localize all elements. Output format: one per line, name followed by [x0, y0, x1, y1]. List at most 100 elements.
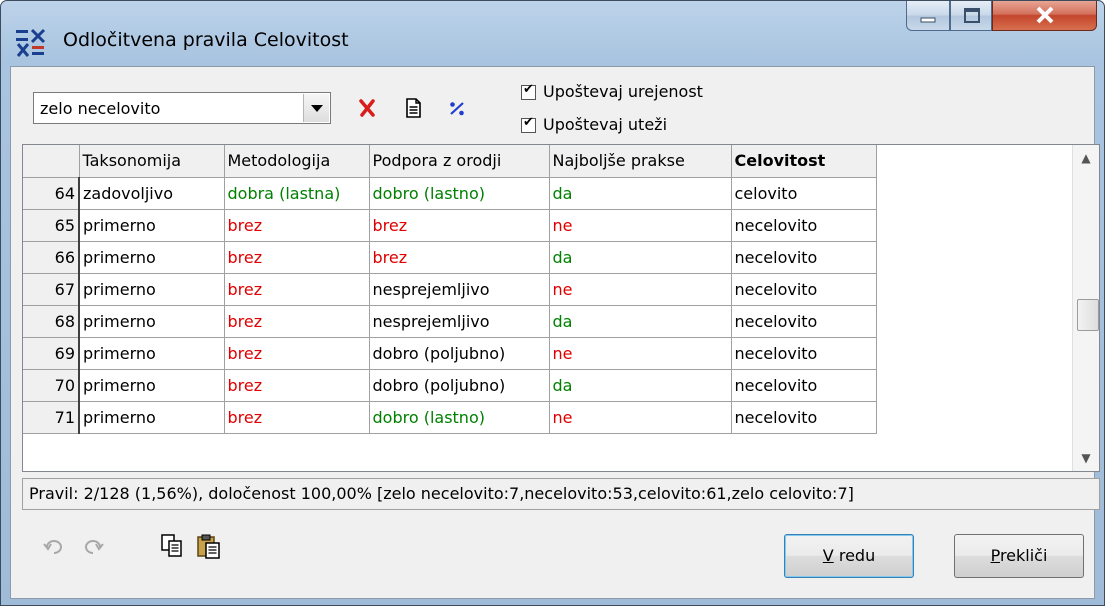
- col-header-taksonomija[interactable]: Taksonomija: [79, 145, 225, 178]
- maximize-button[interactable]: [950, 1, 992, 31]
- table-cell[interactable]: dobro (poljubno): [369, 369, 550, 402]
- table-cell[interactable]: necelovito: [731, 305, 877, 338]
- scroll-down-icon[interactable]: ▼: [1073, 445, 1099, 471]
- percent-icon[interactable]: [443, 94, 471, 122]
- row-number[interactable]: 65: [23, 209, 80, 242]
- table-cell[interactable]: da: [549, 241, 732, 274]
- table-cell[interactable]: brez: [224, 337, 370, 370]
- scroll-thumb[interactable]: [1077, 299, 1099, 331]
- col-header-najboljse-prakse[interactable]: Najboljše prakse: [549, 145, 732, 178]
- chevron-down-icon[interactable]: [303, 94, 329, 122]
- minimize-icon: [920, 17, 936, 23]
- table-cell[interactable]: primerno: [79, 241, 225, 274]
- table-cell[interactable]: zadovoljivo: [79, 177, 225, 210]
- table-cell[interactable]: dobra (lastna): [224, 177, 370, 210]
- table-cell[interactable]: dobro (lastno): [369, 177, 550, 210]
- combo-value: zelo necelovito: [40, 99, 161, 118]
- row-number[interactable]: 68: [23, 305, 80, 338]
- status-text: Pravil: 2/128 (1,56%), določenost 100,00…: [29, 484, 854, 503]
- table-cell[interactable]: brez: [369, 241, 550, 274]
- table-cell[interactable]: primerno: [79, 337, 225, 370]
- table-cell[interactable]: primerno: [79, 273, 225, 306]
- table-cell[interactable]: ne: [549, 273, 732, 306]
- ok-button[interactable]: V redu: [784, 534, 914, 578]
- rules-grid[interactable]: Taksonomija Metodologija Podpora z orodj…: [22, 144, 1100, 472]
- grid-corner: [23, 145, 80, 178]
- table-cell[interactable]: ne: [549, 209, 732, 242]
- table-cell[interactable]: dobro (poljubno): [369, 337, 550, 370]
- rules-table: Taksonomija Metodologija Podpora z orodj…: [23, 145, 877, 434]
- table-cell[interactable]: primerno: [79, 369, 225, 402]
- table-cell[interactable]: primerno: [79, 305, 225, 338]
- table-row[interactable]: 67 primerno brez nesprejemljivo ne necelovito: [23, 273, 877, 306]
- table-row[interactable]: 70 primerno brez dobro (poljubno) da necelovi…: [23, 369, 877, 402]
- respect-weights-label: Upoštevaj uteži: [543, 115, 668, 134]
- ok-access-key: V: [822, 546, 834, 565]
- table-cell[interactable]: da: [549, 177, 732, 210]
- table-cell[interactable]: necelovito: [731, 337, 877, 370]
- cancel-button[interactable]: Prekliči: [954, 534, 1084, 578]
- table-cell[interactable]: ne: [549, 337, 732, 370]
- title-bar[interactable]: Odločitvena pravila Celovitost: [1, 1, 1104, 67]
- maximize-icon: [964, 8, 980, 23]
- table-cell[interactable]: brez: [224, 305, 370, 338]
- status-bar: Pravil: 2/128 (1,56%), določenost 100,00…: [22, 478, 1100, 510]
- table-cell[interactable]: nesprejemljivo: [369, 273, 550, 306]
- table-cell[interactable]: necelovito: [731, 241, 877, 274]
- redo-icon[interactable]: [80, 534, 106, 560]
- row-number[interactable]: 64: [23, 177, 80, 210]
- row-number[interactable]: 67: [23, 273, 80, 306]
- col-header-podpora[interactable]: Podpora z orodji: [369, 145, 550, 178]
- table-row[interactable]: 68 primerno brez nesprejemljivo da necelovito: [23, 305, 877, 338]
- cancel-label-rest: rekliči: [999, 546, 1048, 565]
- col-header-metodologija[interactable]: Metodologija: [224, 145, 370, 178]
- copy-icon[interactable]: [159, 532, 185, 558]
- row-number[interactable]: 71: [23, 401, 80, 434]
- checkbox-checked[interactable]: [521, 115, 536, 133]
- col-header-celovitost[interactable]: Celovitost: [731, 145, 877, 178]
- table-row[interactable]: 69 primerno brez dobro (poljubno) ne necelovi…: [23, 337, 877, 370]
- row-number[interactable]: 69: [23, 337, 80, 370]
- table-cell[interactable]: necelovito: [731, 273, 877, 306]
- table-cell[interactable]: celovito: [731, 177, 877, 210]
- table-cell[interactable]: da: [549, 305, 732, 338]
- table-row[interactable]: 66 primerno brez brez da necelovito: [23, 241, 877, 274]
- table-cell[interactable]: brez: [369, 209, 550, 242]
- table-cell[interactable]: brez: [224, 401, 370, 434]
- respect-ordering-label: Upoštevaj urejenost: [543, 82, 703, 101]
- row-number[interactable]: 66: [23, 241, 80, 274]
- minimize-button[interactable]: [906, 1, 950, 31]
- vertical-scrollbar[interactable]: ▲ ▼: [1072, 145, 1099, 471]
- table-row[interactable]: 64 zadovoljivo dobra (lastna) dobro (lastno…: [23, 177, 877, 210]
- scroll-up-icon[interactable]: ▲: [1073, 145, 1099, 171]
- window-title: Odločitvena pravila Celovitost: [63, 29, 349, 51]
- table-cell[interactable]: brez: [224, 209, 370, 242]
- table-cell[interactable]: brez: [224, 241, 370, 274]
- table-cell[interactable]: necelovito: [731, 369, 877, 402]
- close-button[interactable]: [992, 1, 1097, 31]
- row-number[interactable]: 70: [23, 369, 80, 402]
- cancel-access-key: P: [990, 546, 1000, 565]
- document-icon[interactable]: [399, 94, 427, 122]
- table-cell[interactable]: dobro (lastno): [369, 401, 550, 434]
- table-cell[interactable]: brez: [224, 369, 370, 402]
- table-cell[interactable]: brez: [224, 273, 370, 306]
- table-cell[interactable]: ne: [549, 401, 732, 434]
- checkbox-checked[interactable]: [521, 82, 536, 100]
- paste-icon[interactable]: [195, 532, 221, 559]
- table-cell[interactable]: primerno: [79, 401, 225, 434]
- ok-label-rest: redu: [833, 546, 876, 565]
- table-cell[interactable]: nesprejemljivo: [369, 305, 550, 338]
- table-row[interactable]: 65 primerno brez brez ne necelovito: [23, 209, 877, 242]
- table-cell[interactable]: necelovito: [731, 209, 877, 242]
- table-row[interactable]: 71 primerno brez dobro (lastno) ne necelovito: [23, 401, 877, 434]
- table-cell[interactable]: da: [549, 369, 732, 402]
- table-cell[interactable]: primerno: [79, 209, 225, 242]
- class-filter-combobox[interactable]: zelo necelovito: [33, 92, 331, 124]
- undo-icon[interactable]: [41, 534, 67, 560]
- table-cell[interactable]: necelovito: [731, 401, 877, 434]
- red-x-icon[interactable]: [353, 94, 381, 122]
- app-icon: [16, 28, 46, 57]
- grid-header-row: Taksonomija Metodologija Podpora z orodj…: [23, 145, 877, 178]
- close-icon: [1036, 6, 1054, 24]
